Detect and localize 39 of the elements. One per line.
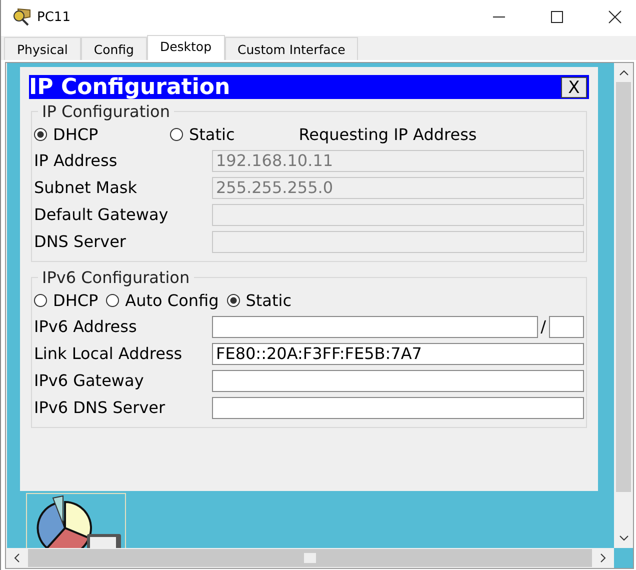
close-button[interactable]: X xyxy=(561,76,587,98)
field-label: DNS Server xyxy=(34,232,127,251)
field-label: IPv6 Gateway xyxy=(34,371,145,390)
status-text: Requesting IP Address xyxy=(298,124,477,144)
field-label: Link Local Address xyxy=(34,344,184,363)
address-field[interactable] xyxy=(212,316,538,338)
tab[interactable]: Config xyxy=(80,37,147,60)
separator-text: / xyxy=(540,317,546,336)
input-field[interactable] xyxy=(212,396,584,418)
field-label: IPv6 Address xyxy=(34,317,138,336)
tab[interactable]: Physical xyxy=(4,37,81,60)
tab[interactable]: Custom Interface xyxy=(224,37,358,60)
group-title: IP Configuration xyxy=(41,102,171,121)
field-label: Subnet Mask xyxy=(34,178,138,197)
prefix-field[interactable] xyxy=(549,316,584,338)
field-label: Default Gateway xyxy=(34,205,170,224)
scroll-right-icon[interactable] xyxy=(598,552,608,564)
radio-option[interactable]: DHCP xyxy=(34,290,98,310)
radio-option[interactable]: Static xyxy=(226,290,292,310)
input-field[interactable]: FE80::20A:F3FF:FE5B:7A7 xyxy=(212,342,584,364)
tab[interactable]: Desktop xyxy=(146,35,225,60)
scroll-thumb[interactable] xyxy=(304,553,316,563)
field-label: IPv6 DNS Server xyxy=(34,398,166,417)
scroll-thumb[interactable] xyxy=(616,82,631,492)
radio-option[interactable]: DHCP xyxy=(34,124,162,144)
field-label: IP Address xyxy=(34,151,118,170)
group-title: IPv6 Configuration xyxy=(41,268,191,287)
radio-option[interactable]: Auto Config xyxy=(106,290,219,310)
scroll-up-icon[interactable] xyxy=(618,68,630,78)
close-icon[interactable] xyxy=(608,10,622,24)
radio-option[interactable]: Static xyxy=(170,124,235,144)
app-icon xyxy=(11,7,33,27)
dialog-title: IP Configuration xyxy=(29,74,230,100)
scrollbar-corner xyxy=(614,548,633,568)
window-title: PC11 xyxy=(37,10,70,24)
scroll-left-icon[interactable] xyxy=(12,552,22,564)
scroll-down-icon[interactable] xyxy=(618,533,630,543)
input-field[interactable] xyxy=(212,370,584,392)
maximize-icon[interactable] xyxy=(550,10,564,24)
